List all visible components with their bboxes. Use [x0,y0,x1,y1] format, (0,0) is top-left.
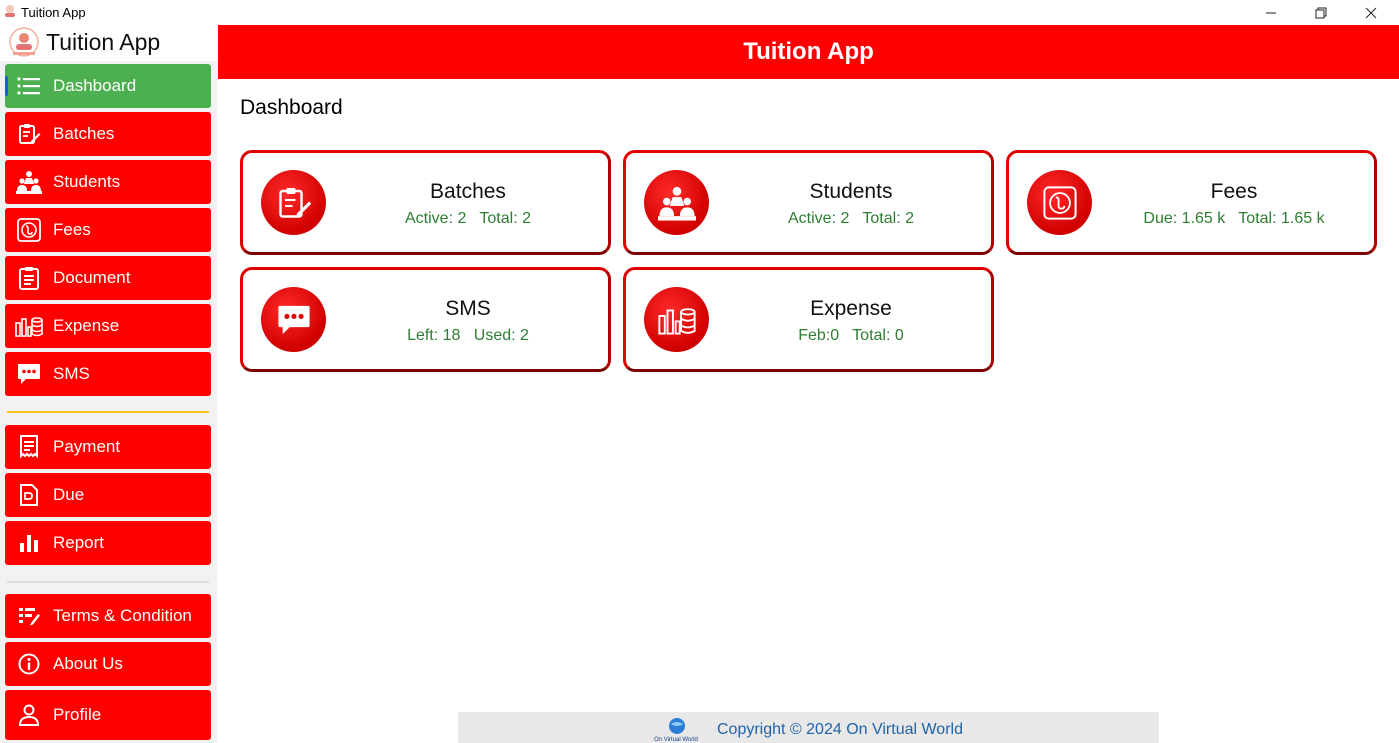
sidebar: Tuition App Dashboard Batches Students F… [0,25,217,743]
list-icon [5,64,53,108]
receipt-icon [5,425,53,469]
card-sms[interactable]: SMS Left: 18 Used: 2 [240,267,611,372]
sidebar-item-document[interactable]: Document [5,256,211,300]
card-title: Students [809,180,893,203]
bar-chart-icon [5,521,53,565]
sidebar-item-payment[interactable]: Payment [5,425,211,469]
card-students[interactable]: Students Active: 2 Total: 2 [623,150,994,255]
minimize-button[interactable] [1246,0,1296,25]
window-titlebar: Tuition App [0,0,1399,25]
sidebar-item-expense[interactable]: Expense [5,304,211,348]
header-title: Tuition App [743,38,874,65]
divider [7,581,209,583]
sidebar-item-label: Students [53,172,121,191]
due-icon [5,473,53,517]
copyright-text: Copyright © 2024 On Virtual World [717,721,963,738]
svg-text:On Virtual World: On Virtual World [654,737,698,742]
sidebar-item-report[interactable]: Report [5,521,211,565]
expense-coins-icon [5,304,53,348]
chat-bubble-icon [5,352,53,396]
clipboard-edit-icon [261,170,326,235]
card-stats: Left: 18 Used: 2 [407,327,529,344]
sidebar-item-sms[interactable]: SMS [5,352,211,396]
expense-coins-icon [644,287,709,352]
sidebar-item-label: Profile [53,705,102,724]
classroom-icon [5,160,53,204]
card-stats: Active: 2 Total: 2 [788,210,914,227]
card-title: Fees [1210,180,1258,203]
document-icon [5,256,53,300]
close-button[interactable] [1346,0,1396,25]
close-icon [1365,7,1377,18]
sidebar-item-label: Report [53,533,105,552]
classroom-icon [644,170,709,235]
sidebar-item-label: Fees [53,220,91,239]
sidebar-item-label: Expense [53,316,120,335]
sidebar-item-label: About Us [53,654,123,673]
minimize-icon [1266,12,1276,13]
app-header: Tuition App [218,25,1399,79]
sidebar-item-dashboard[interactable]: Dashboard [5,64,211,108]
sidebar-item-terms[interactable]: Terms & Condition [5,594,211,638]
card-batches[interactable]: Batches Active: 2 Total: 2 [240,150,611,255]
card-title: Batches [430,180,506,203]
card-fees[interactable]: Fees Due: 1.65 k Total: 1.65 k [1006,150,1377,255]
sidebar-item-due[interactable]: Due [5,473,211,517]
sidebar-item-label: Terms & Condition [53,606,192,625]
brand: Tuition App [0,25,217,61]
sidebar-item-fees[interactable]: Fees [5,208,211,252]
window-title: Tuition App [21,5,86,20]
brand-logo [9,27,39,57]
clipboard-edit-icon [5,112,53,156]
terms-icon [5,594,53,638]
app-logo-icon [5,5,15,17]
sidebar-item-label: SMS [53,364,90,383]
sidebar-item-label: Batches [53,124,115,143]
card-stats: Active: 2 Total: 2 [405,210,531,227]
taka-coin-icon [5,208,53,252]
card-expense[interactable]: Expense Feb:0 Total: 0 [623,267,994,372]
sidebar-item-label: Due [53,485,85,504]
info-icon [5,642,53,686]
chat-bubble-icon [261,287,326,352]
card-title: Expense [810,297,892,320]
sidebar-item-profile[interactable]: Profile [5,690,211,740]
page-title: Dashboard [240,96,343,119]
card-stats: Feb:0 Total: 0 [798,327,904,344]
footer: On Virtual World Copyright © 2024 On Vir… [458,712,1159,743]
restore-button[interactable] [1296,0,1346,25]
sidebar-item-about[interactable]: About Us [5,642,211,686]
card-stats: Due: 1.65 k Total: 1.65 k [1143,210,1325,227]
on-virtual-world-logo: On Virtual World [654,718,698,742]
sidebar-item-batches[interactable]: Batches [5,112,211,156]
sidebar-item-label: Dashboard [53,76,137,95]
brand-name: Tuition App [46,29,161,55]
sidebar-item-label: Document [53,268,131,287]
taka-coin-icon [1027,170,1092,235]
card-title: SMS [445,297,491,320]
sidebar-item-students[interactable]: Students [5,160,211,204]
divider [7,411,209,413]
restore-icon [1315,7,1327,18]
person-icon [5,693,53,737]
sidebar-item-label: Payment [53,437,121,456]
